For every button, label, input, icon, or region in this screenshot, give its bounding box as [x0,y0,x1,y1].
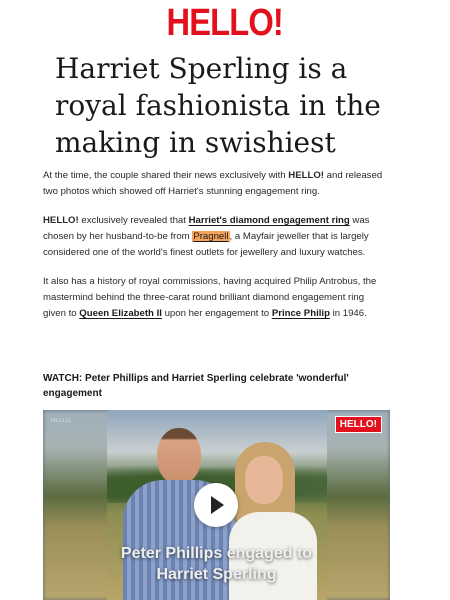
link-prince-philip[interactable]: Prince Philip [272,308,330,319]
video-heading: WATCH: Peter Phillips and Harriet Sperli… [43,373,349,399]
brand-mention: HELLO! [43,215,79,226]
play-icon[interactable] [194,483,238,527]
paragraph-3: It also has a history of royal commissio… [43,276,377,319]
link-queen-elizabeth-ii[interactable]: Queen Elizabeth II [79,308,162,319]
paragraph-2: HELLO! exclusively revealed that Harriet… [43,215,370,258]
link-pragnell[interactable]: Pragnell [192,231,230,242]
video-player[interactable]: HELLO HELLO! Peter Phillips engaged to H… [43,410,390,600]
paragraph-1: At the time, the couple shared their new… [43,170,383,197]
video-caption: Peter Phillips engaged to Harriet Sperli… [120,545,313,583]
article-headline: Harriet Sperling is a royal fashionista … [55,52,381,159]
article-body: At the time, the couple shared their new… [43,168,383,335]
logo-text: HELLO! [166,2,284,44]
brand-mention: HELLO! [288,170,325,181]
hello-badge: HELLO! [334,416,382,433]
video-corner-tag: HELLO [51,418,71,424]
link-harriets-diamond-engagement-ring[interactable]: Harriet's diamond engagement ring [189,215,350,226]
site-logo[interactable]: HELLO! [0,2,450,45]
